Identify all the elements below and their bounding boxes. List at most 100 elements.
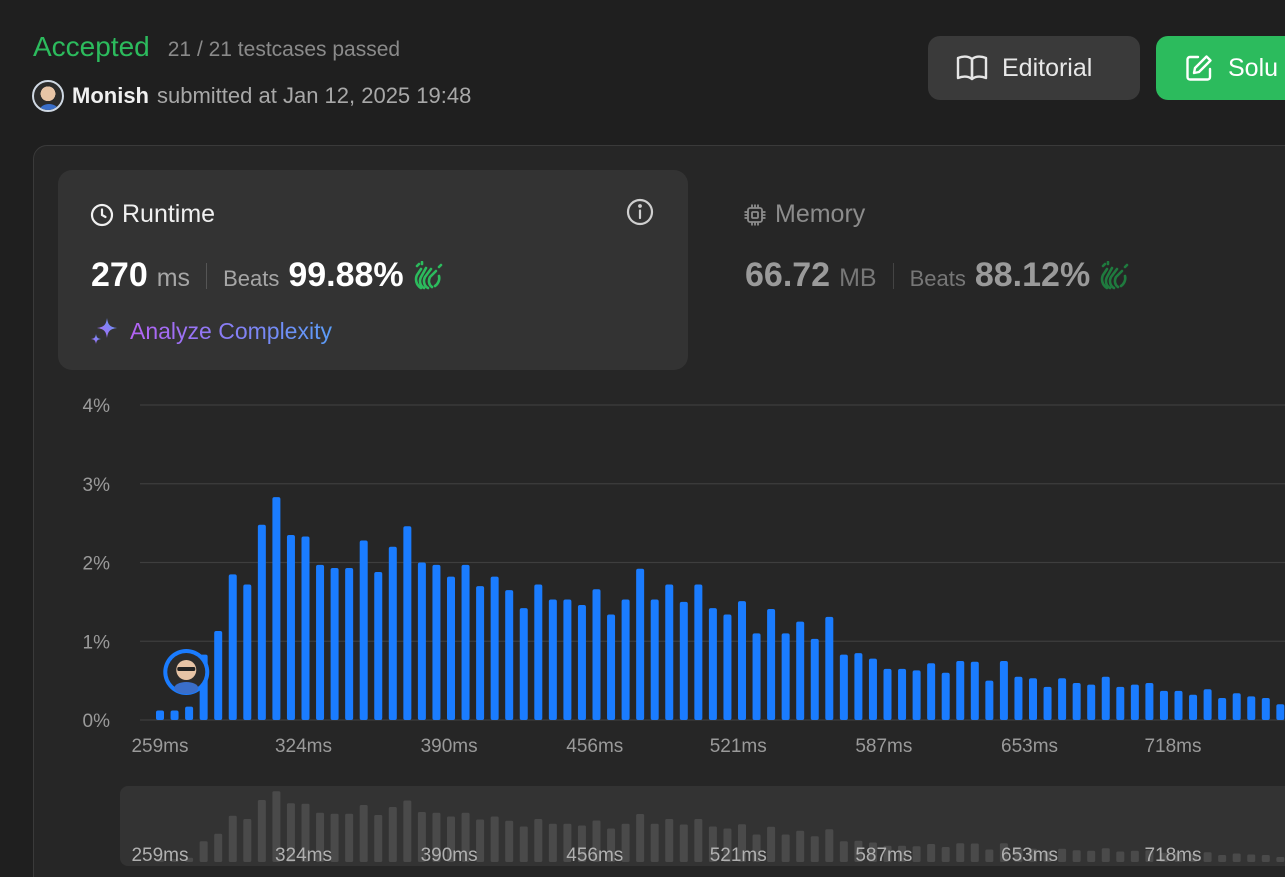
chart-bar[interactable] (767, 608, 776, 720)
x-tick-label: 324ms (275, 736, 332, 757)
chart-bar[interactable] (257, 524, 266, 720)
range-slider-bar (214, 833, 223, 862)
chart-bar[interactable] (636, 568, 645, 720)
chart-bar[interactable] (417, 562, 426, 721)
chart-bar[interactable] (534, 584, 543, 720)
range-slider-bar (519, 826, 528, 862)
chart-bar[interactable] (1261, 697, 1270, 720)
chart-bar[interactable] (1014, 676, 1023, 720)
chart-bar[interactable] (810, 638, 819, 720)
range-slider-bar (694, 819, 703, 862)
chart-bar[interactable] (1218, 697, 1227, 720)
chart-bar[interactable] (1189, 694, 1198, 720)
chart-bar[interactable] (738, 601, 746, 720)
chart-bar[interactable] (839, 654, 848, 720)
chart-bar[interactable] (228, 574, 237, 720)
range-slider-bar (345, 813, 354, 862)
chart-bar[interactable] (723, 614, 732, 720)
chart-bar[interactable] (316, 564, 325, 720)
chart-bar[interactable] (1072, 682, 1081, 720)
chart-bar[interactable] (854, 653, 863, 720)
chart-bar[interactable] (621, 599, 630, 720)
chart-bar[interactable] (796, 621, 805, 720)
chart-bar[interactable] (607, 614, 616, 720)
y-tick-label: 4% (83, 396, 111, 417)
chart-bar[interactable] (548, 599, 557, 720)
chart-bar[interactable] (927, 663, 936, 720)
chart-bar[interactable] (1058, 678, 1067, 720)
chart-bar[interactable] (1116, 686, 1125, 720)
chart-bar[interactable] (156, 710, 164, 720)
y-tick-label: 3% (83, 475, 111, 496)
range-slider-bar (1203, 852, 1212, 862)
chart-bar[interactable] (1145, 682, 1154, 720)
y-tick-label: 2% (83, 554, 111, 575)
chart-bar[interactable] (1101, 676, 1110, 720)
chart-bar[interactable] (476, 586, 485, 720)
marker-glasses (177, 667, 196, 671)
chart-bar[interactable] (665, 584, 674, 720)
chart-bar[interactable] (1029, 678, 1037, 720)
chart-bar[interactable] (1247, 696, 1256, 720)
range-slider-bar (490, 816, 499, 862)
chart-range-slider[interactable]: 259ms 324ms 390ms 456ms 521ms 587ms 653ms 718ms (120, 786, 1285, 866)
chart-bar[interactable] (345, 568, 354, 720)
chart-bar[interactable] (185, 706, 194, 720)
chart-bar[interactable] (388, 546, 397, 720)
chart-bar[interactable] (1130, 684, 1139, 720)
range-slider-label: 653ms (1001, 845, 1058, 866)
chart-bar[interactable] (272, 497, 281, 720)
chart-bar[interactable] (1174, 690, 1183, 720)
chart-bar[interactable] (577, 605, 586, 720)
chart-bar[interactable] (1043, 686, 1052, 720)
range-slider-bar (796, 830, 805, 862)
chart-bar[interactable] (592, 589, 601, 720)
chart-bar[interactable] (563, 599, 572, 720)
chart-bar[interactable] (1276, 704, 1285, 720)
chart-bar[interactable] (374, 571, 383, 720)
chart-bar[interactable] (214, 631, 223, 720)
x-tick-label: 653ms (1001, 736, 1058, 757)
chart-user-marker (163, 649, 210, 695)
chart-bar[interactable] (301, 536, 310, 720)
chart-bar[interactable] (330, 568, 339, 720)
chart-bar[interactable] (956, 660, 965, 720)
chart-bar[interactable] (359, 540, 368, 720)
chart-bar[interactable] (825, 616, 834, 720)
range-slider-bar (548, 823, 557, 862)
chart-bar[interactable] (461, 564, 470, 720)
chart-bar[interactable] (519, 608, 528, 720)
chart-bar[interactable] (679, 601, 688, 720)
chart-bar[interactable] (941, 672, 950, 720)
y-tick-label: 0% (83, 711, 111, 732)
range-slider-bar (228, 815, 237, 862)
chart-bar[interactable] (898, 668, 907, 720)
chart-bar[interactable] (999, 660, 1008, 720)
chart-bar[interactable] (1232, 693, 1241, 720)
x-tick-label: 521ms (710, 736, 767, 757)
chart-bar[interactable] (1159, 690, 1168, 720)
chart-bar[interactable] (170, 710, 179, 720)
chart-bar[interactable] (432, 564, 441, 720)
range-slider-label: 456ms (566, 845, 623, 866)
chart-bar[interactable] (243, 584, 252, 720)
chart-bar[interactable] (883, 668, 892, 720)
chart-bar[interactable] (752, 633, 761, 720)
chart-bar[interactable] (708, 608, 717, 720)
chart-bar[interactable] (403, 526, 412, 720)
chart-bar[interactable] (912, 670, 921, 720)
chart-bar[interactable] (490, 576, 499, 720)
chart-bar[interactable] (694, 584, 703, 720)
range-slider-bar (650, 823, 659, 862)
chart-bar[interactable] (650, 599, 659, 720)
chart-bar[interactable] (447, 576, 455, 720)
chart-bar[interactable] (1087, 684, 1096, 720)
chart-bar[interactable] (286, 534, 295, 720)
chart-bar[interactable] (970, 661, 979, 720)
chart-bar[interactable] (781, 633, 790, 720)
chart-bar[interactable] (505, 590, 514, 720)
user-marker-avatar[interactable] (163, 649, 210, 695)
chart-bar[interactable] (868, 658, 877, 720)
chart-bar[interactable] (1203, 689, 1212, 720)
chart-bar[interactable] (985, 680, 994, 720)
